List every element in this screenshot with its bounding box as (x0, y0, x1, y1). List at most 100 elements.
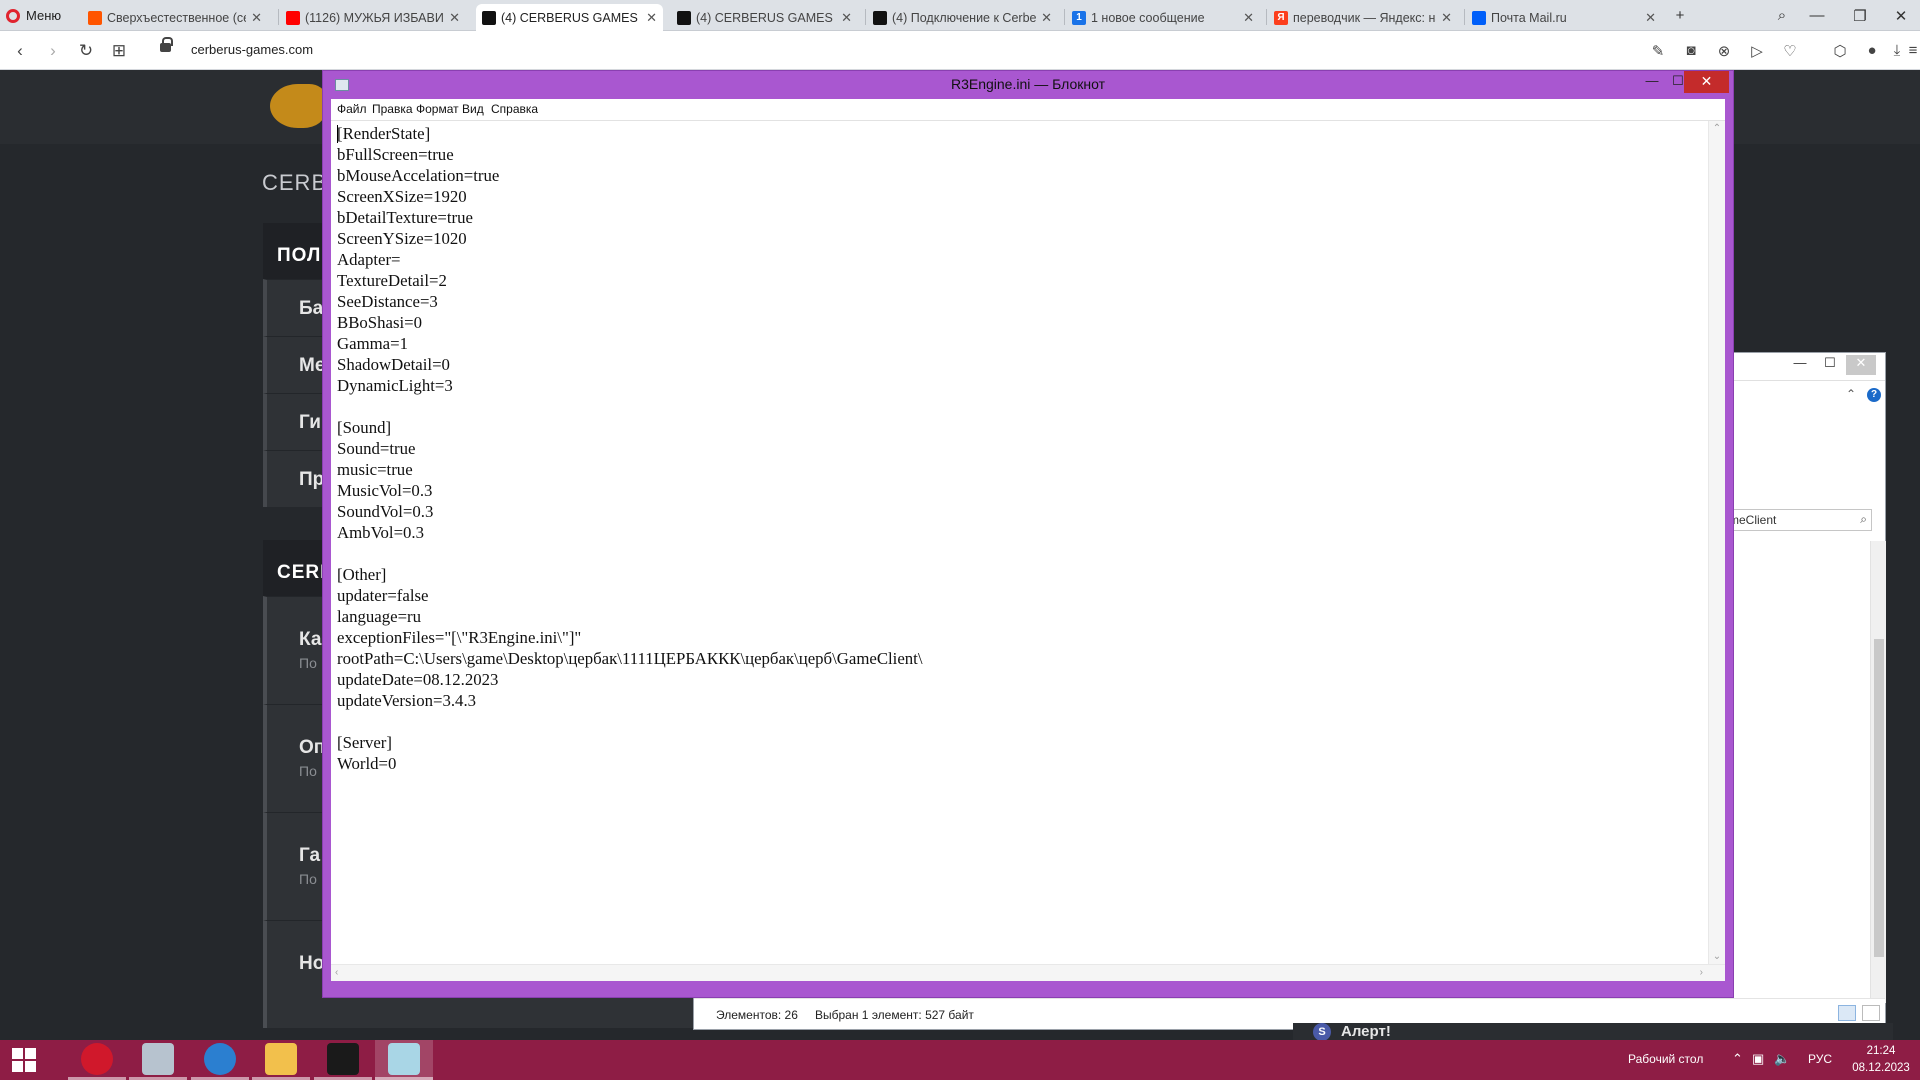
box-icon[interactable]: ⬡ (1825, 31, 1855, 70)
network-icon[interactable]: ▣ (1752, 1051, 1764, 1067)
taskbar-app-cerberus-game[interactable] (314, 1040, 372, 1080)
large-icons-view-icon[interactable] (1862, 1005, 1880, 1021)
forward-icon[interactable]: › (38, 31, 68, 70)
tab-close-icon[interactable]: ✕ (251, 10, 262, 26)
tab-close-icon[interactable]: ✕ (1441, 10, 1452, 26)
site-alert-strip[interactable]: S Алерт! (1293, 1023, 1893, 1041)
cerberus-game-icon (327, 1042, 359, 1075)
back-icon[interactable]: ‹ (5, 31, 35, 70)
status-item-count: Элементов: 26 (716, 1008, 798, 1022)
tab-search-icon[interactable]: ⌕ (1765, 0, 1799, 31)
browser-tab[interactable]: (4) Подключение к Cerbe ✕ (867, 4, 1058, 31)
browser-tab[interactable]: Почта Mail.ru ✕ (1466, 4, 1662, 31)
restore-icon[interactable]: ❐ (1843, 0, 1877, 31)
tab-close-icon[interactable]: ✕ (449, 10, 460, 26)
adblock-icon[interactable]: ⊗ (1709, 31, 1739, 70)
reload-icon[interactable]: ↻ (71, 31, 101, 70)
browser-tab[interactable]: (4) CERBERUS GAMES Inc ✕ (671, 4, 858, 31)
cerberus-icon (482, 10, 496, 25)
notepad-text[interactable]: [RenderState] bFullScreen=true bMouseAcc… (337, 123, 1701, 969)
easy-setup-icon[interactable]: ≡ (1906, 31, 1920, 70)
close-icon[interactable]: ✕ (1884, 0, 1918, 31)
browser-tab[interactable]: Сверхъестественное (сери ✕ (82, 4, 268, 31)
scroll-up-icon[interactable]: ⌃ (1709, 123, 1725, 134)
browser-tab[interactable]: (1126) МУЖЬЯ ИЗБАВИЛИС ✕ (280, 4, 466, 31)
heart-icon[interactable]: ♡ (1775, 31, 1805, 70)
notepad-horizontal-scrollbar[interactable]: ‹ › (331, 964, 1725, 981)
menu-file[interactable]: Файл (337, 102, 367, 116)
browser-tab-bar: Меню Сверхъестественное (сери✕(1126) МУЖ… (0, 0, 1920, 31)
send-icon[interactable]: ▷ (1742, 31, 1772, 70)
scroll-down-icon[interactable]: ⌄ (1709, 951, 1725, 962)
browser-tab[interactable]: 1 1 новое сообщение ✕ (1066, 4, 1260, 31)
tab-close-icon[interactable]: ✕ (1243, 10, 1254, 26)
taskbar-app-opera-gx[interactable] (191, 1040, 249, 1080)
menu-edit[interactable]: Правка (372, 102, 413, 116)
tab-close-icon[interactable]: ✕ (1645, 10, 1656, 26)
explorer-search-input[interactable]: meClient ⌕ (1724, 509, 1872, 531)
edit-icon[interactable]: ✎ (1643, 31, 1673, 70)
menu-format[interactable]: Формат (416, 102, 459, 116)
scroll-right-icon[interactable]: › (1700, 967, 1703, 978)
mail-icon (1472, 10, 1486, 25)
language-indicator[interactable]: РУС (1808, 1052, 1832, 1066)
tab-close-icon[interactable]: ✕ (1041, 10, 1052, 26)
tab-separator (1266, 9, 1267, 25)
file-explorer-icon (265, 1042, 297, 1075)
menu-view[interactable]: Вид (462, 102, 484, 116)
taskbar-app-notepad[interactable] (375, 1040, 433, 1080)
explorer-minimize-icon[interactable]: — (1785, 355, 1815, 375)
tab-title: (4) CERBERUS GAMES Inc (501, 10, 641, 25)
windows-logo-icon (12, 1048, 36, 1072)
tab-title: (4) Подключение к Cerbe (892, 10, 1037, 25)
tab-close-icon[interactable]: ✕ (646, 10, 657, 26)
clock-date: 08.12.2023 (1852, 1062, 1910, 1074)
speed-dial-icon[interactable]: ⊞ (104, 31, 134, 70)
url-field[interactable]: cerberus-games.com (191, 42, 313, 57)
browser-tab[interactable]: Япереводчик — Яндекс: на ✕ (1268, 4, 1458, 31)
tab-title: (4) CERBERUS GAMES Inc (696, 10, 836, 25)
menu-help[interactable]: Справка (491, 102, 538, 116)
tab-close-icon[interactable]: ✕ (841, 10, 852, 26)
message-icon: 1 (1072, 10, 1086, 25)
tab-separator (1064, 9, 1065, 25)
yandex-icon: Я (1274, 10, 1288, 25)
tab-title: 1 новое сообщение (1091, 10, 1205, 25)
camera-icon[interactable]: ◙ (1676, 31, 1706, 70)
scroll-left-icon[interactable]: ‹ (335, 967, 338, 978)
details-view-icon[interactable] (1838, 1005, 1856, 1021)
explorer-maximize-icon[interactable]: ☐ (1815, 355, 1845, 375)
notepad-close-icon[interactable]: ✕ (1684, 71, 1729, 93)
notepad-menu-bar: Файл Правка Формат Вид Справка (331, 99, 1725, 121)
help-icon[interactable]: ? (1867, 388, 1881, 402)
scrollbar-thumb[interactable] (1874, 639, 1884, 957)
ribbon-expand-icon[interactable]: ⌃ (1846, 387, 1856, 401)
explorer-close-icon[interactable]: ✕ (1846, 355, 1876, 375)
desktop-toolbar-label[interactable]: Рабочий стол (1628, 1052, 1703, 1066)
clock[interactable]: 21:24 08.12.2023 (1846, 1043, 1916, 1077)
search-value: meClient (1729, 513, 1777, 527)
browser-tab[interactable]: (4) CERBERUS GAMES Inc ✕ (476, 4, 663, 31)
text-caret (337, 125, 338, 143)
tray-overflow-icon[interactable]: ⌃ (1732, 1051, 1743, 1067)
start-button[interactable] (0, 1040, 48, 1080)
notepad-vertical-scrollbar[interactable]: ⌃ ⌄ (1708, 121, 1725, 964)
tab-separator (865, 9, 866, 25)
cerberus-logo-icon[interactable] (270, 84, 326, 128)
avatar: S (1313, 1023, 1331, 1041)
taskbar-app-system-tool[interactable] (129, 1040, 187, 1080)
volume-muted-icon[interactable]: 🔈 (1774, 1051, 1790, 1067)
taskbar-app-opera[interactable] (68, 1040, 126, 1080)
notepad-editor[interactable]: [RenderState] bFullScreen=true bMouseAcc… (331, 121, 1725, 981)
opera-icon (81, 1042, 113, 1075)
tab-title: Сверхъестественное (сери (107, 10, 246, 25)
new-tab-icon[interactable]: + (1663, 0, 1697, 31)
taskbar-app-file-explorer[interactable] (252, 1040, 310, 1080)
opera-menu-button[interactable]: Меню (6, 0, 61, 31)
minimize-icon[interactable]: — (1800, 0, 1834, 31)
explorer-scrollbar[interactable] (1870, 541, 1886, 1003)
lock-icon (160, 37, 173, 52)
system-tool-icon (142, 1042, 174, 1075)
tab-title: (1126) МУЖЬЯ ИЗБАВИЛИС (305, 10, 444, 25)
alert-text: Алерт! (1341, 1023, 1391, 1040)
